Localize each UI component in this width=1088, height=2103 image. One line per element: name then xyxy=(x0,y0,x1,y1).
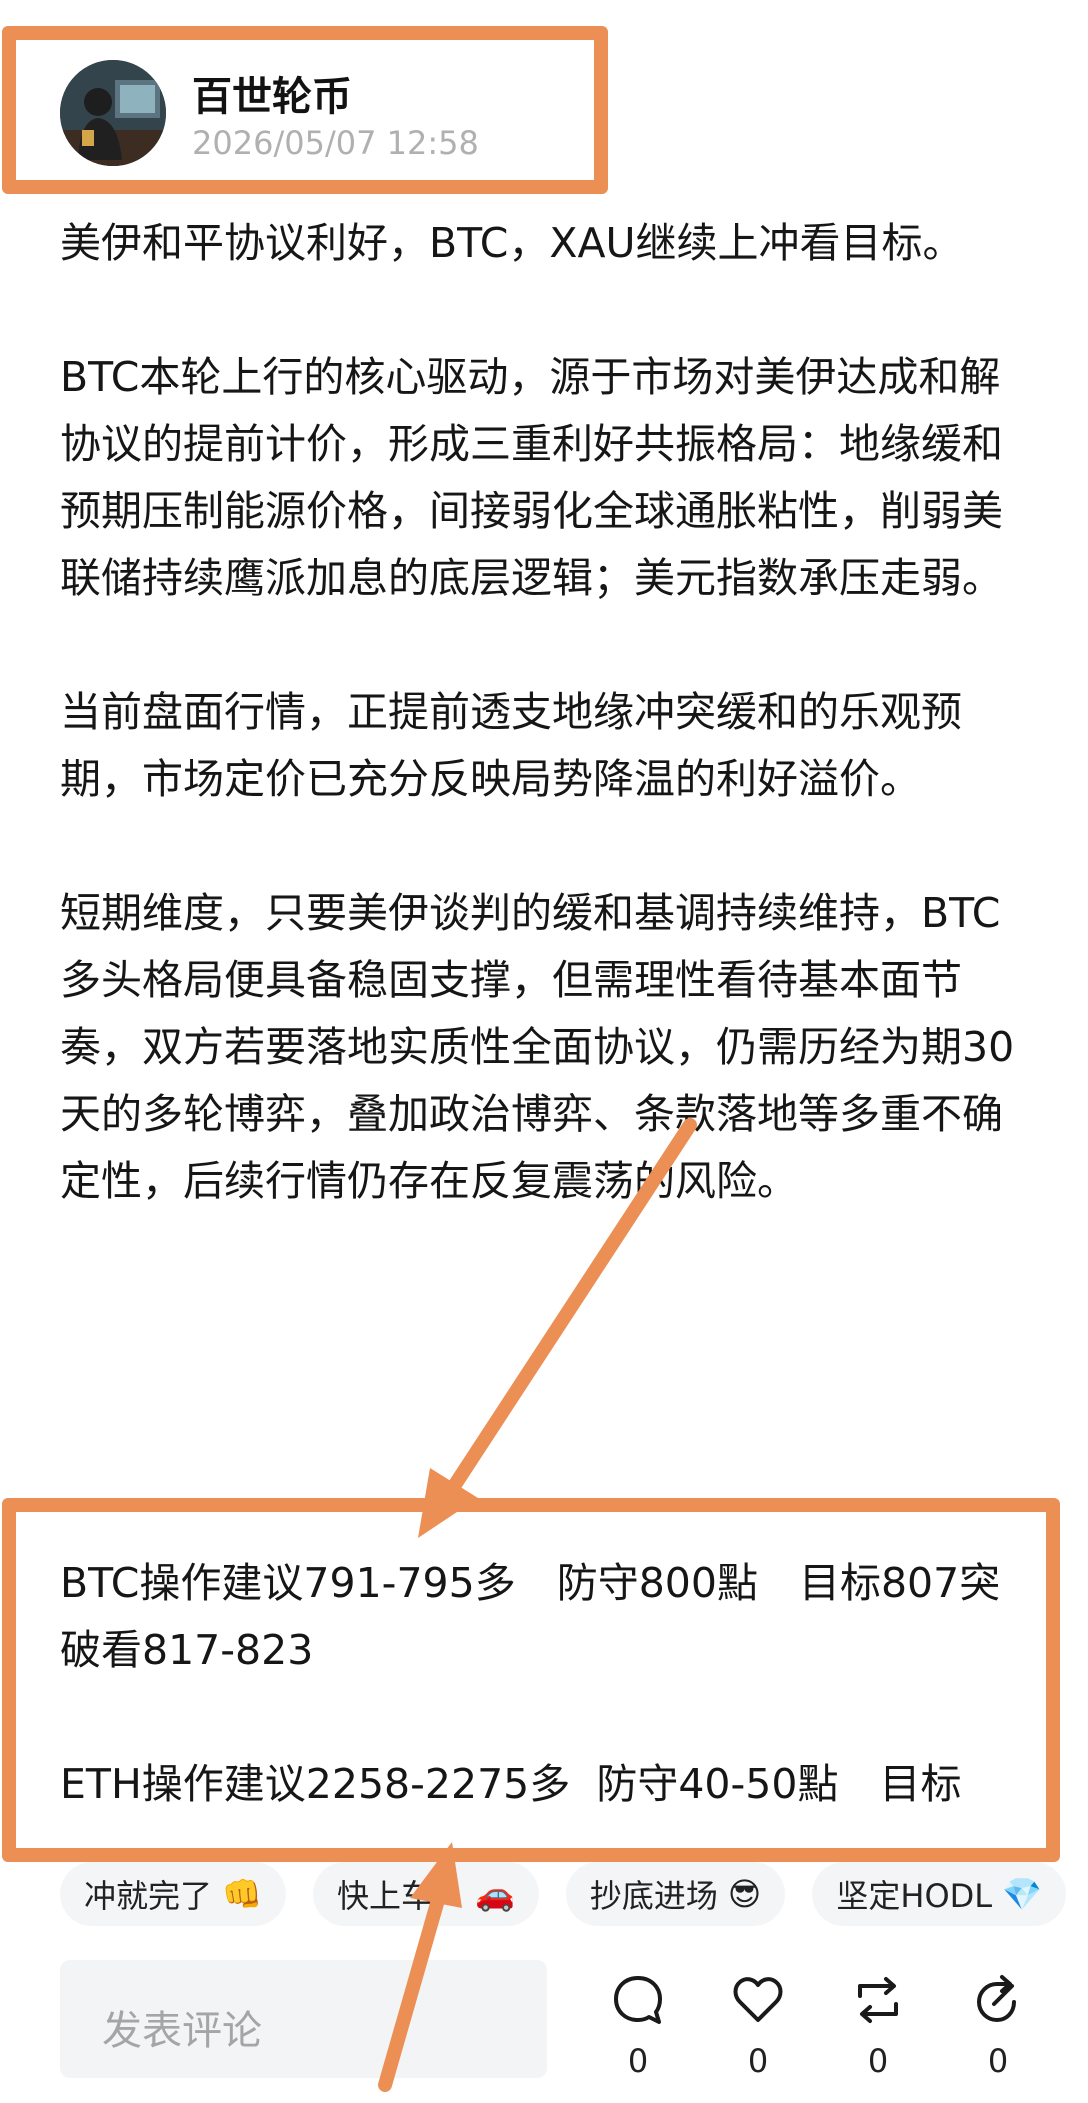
chip-label: 坚定HODL xyxy=(836,1877,993,1915)
post-paragraph: 短期维度，只要美伊谈判的缓和基调持续维持，BTC多头格局便具备稳固支撑，但需理性… xyxy=(60,889,1015,1205)
share-button[interactable]: 0 xyxy=(958,1972,1038,2082)
car-icon: 🚗 xyxy=(474,1875,515,1913)
chip-label: 抄底进场 xyxy=(589,1877,718,1915)
repost-count: 0 xyxy=(867,2042,889,2080)
highlight-box-suggestions xyxy=(2,1498,1060,1862)
comment-placeholder: 发表评论 xyxy=(102,2008,262,2054)
post-paragraph: 美伊和平协议利好，BTC，XAU继续上冲看目标。 xyxy=(60,219,964,267)
share-count: 0 xyxy=(987,2042,1009,2080)
share-icon xyxy=(976,1975,1016,2023)
post-paragraph: 当前盘面行情，正提前透支地缘冲突缓和的乐观预期，市场定价已充分反映局势降温的利好… xyxy=(60,688,962,803)
chip-hodl[interactable]: 坚定HODL 💎 xyxy=(812,1862,1066,1926)
quick-reaction-chips: 冲就完了 👊 快上车！ 🚗 抄底进场 😎 坚定HODL 💎 xyxy=(60,1862,1088,1930)
chip-charge[interactable]: 冲就完了 👊 xyxy=(60,1862,286,1926)
chip-label: 快上车！ xyxy=(336,1877,465,1915)
post-body: 美伊和平协议利好，BTC，XAU继续上冲看目标。 BTC本轮上行的核心驱动，源于… xyxy=(60,210,1020,1282)
comment-button[interactable]: 0 xyxy=(598,1972,678,2082)
fist-icon: 👊 xyxy=(222,1875,262,1913)
diamond-icon: 💎 xyxy=(1002,1875,1042,1913)
highlight-box-header xyxy=(2,26,608,194)
chip-label: 冲就完了 xyxy=(84,1877,213,1915)
comment-input[interactable]: 发表评论 xyxy=(60,1960,547,2078)
like-button[interactable]: 0 xyxy=(718,1972,798,2082)
heart-icon xyxy=(733,1977,783,2022)
chip-buy-dip[interactable]: 抄底进场 😎 xyxy=(565,1862,786,1926)
repost-button[interactable]: 0 xyxy=(838,1972,918,2082)
like-count: 0 xyxy=(747,2042,769,2080)
comment-icon xyxy=(614,1976,662,2024)
chip-get-in[interactable]: 快上车！ 🚗 xyxy=(312,1862,539,1926)
comment-count: 0 xyxy=(627,2042,649,2080)
repost-icon xyxy=(858,1977,898,2023)
sunglasses-icon: 😎 xyxy=(727,1875,762,1913)
post-paragraph: BTC本轮上行的核心驱动，源于市场对美伊达成和解协议的提前计价，形成三重利好共振… xyxy=(60,353,1003,602)
